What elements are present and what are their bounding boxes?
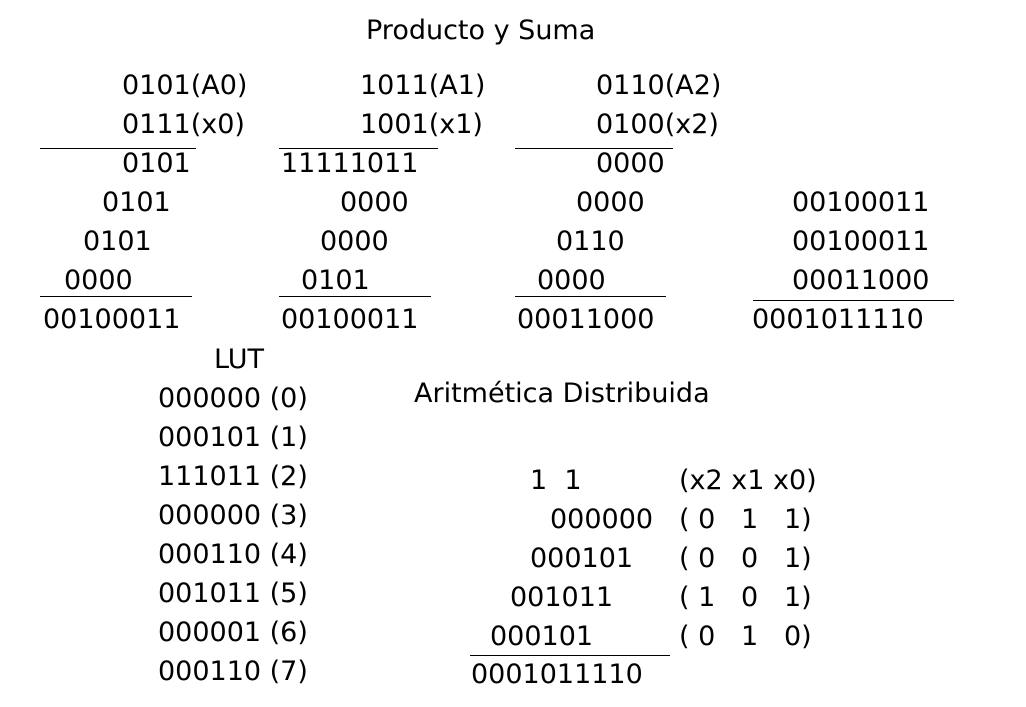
producto-suma-title: Producto y Suma [366, 15, 596, 46]
bit-vector: ( 0 1 1) [679, 504, 812, 535]
divider-line [515, 296, 666, 297]
partial-product: 11111011 [281, 148, 419, 179]
partial-product: 0101 [122, 148, 191, 179]
divider-line [279, 296, 431, 297]
lut-title: LUT [214, 344, 264, 375]
divider-line [470, 655, 670, 656]
multiplicand: 0101(A0) [122, 70, 248, 101]
divider-line [40, 296, 192, 297]
distributed-result: 0001011110 [471, 659, 643, 690]
partial-product: 0000 [340, 187, 409, 218]
multiplicand: 0110(A2) [596, 70, 722, 101]
partial-product: 0000 [576, 187, 645, 218]
partial-product: 0101 [301, 265, 370, 296]
lut-entry: 000110 (4) [158, 539, 308, 570]
bit-vector: ( 0 1 0) [679, 621, 812, 652]
lut-entry: 000000 (3) [158, 500, 308, 531]
sum-addend: 00100011 [792, 187, 930, 218]
multiplier: 0100(x2) [596, 109, 719, 140]
multiplicand: 1011(A1) [360, 70, 486, 101]
lut-entry: 000110 (7) [158, 656, 308, 687]
product-result: 00100011 [281, 304, 419, 335]
sum-result: 0001011110 [752, 304, 924, 335]
bit-header: 1 1 [530, 465, 582, 496]
bit-header-labels: (x2 x1 x0) [679, 465, 817, 496]
lut-entry: 000001 (6) [158, 617, 308, 648]
lut-entry: 001011 (5) [158, 578, 308, 609]
lut-entry: 000101 (1) [158, 422, 308, 453]
multiplier: 1001(x1) [360, 109, 483, 140]
multiplier: 0111(x0) [122, 109, 245, 140]
product-result: 00011000 [517, 304, 655, 335]
accumulator-value: 000000 [550, 504, 654, 535]
aritmetica-distribuida-title: Aritmética Distribuida [414, 378, 710, 409]
partial-product: 0000 [537, 265, 606, 296]
partial-product: 0101 [102, 187, 171, 218]
partial-product: 0000 [320, 226, 389, 257]
lut-entry: 000000 (0) [158, 383, 308, 414]
product-result: 00100011 [43, 304, 181, 335]
divider-line [753, 300, 954, 301]
accumulator-value: 000101 [530, 543, 634, 574]
bit-vector: ( 0 0 1) [679, 543, 812, 574]
sum-addend: 00011000 [792, 265, 930, 296]
partial-product: 0101 [83, 226, 152, 257]
accumulator-value: 000101 [490, 621, 594, 652]
lut-entry: 111011 (2) [158, 461, 308, 492]
partial-product: 0000 [64, 265, 133, 296]
partial-product: 0110 [556, 226, 625, 257]
sum-addend: 00100011 [792, 226, 930, 257]
bit-vector: ( 1 0 1) [679, 582, 812, 613]
partial-product: 0000 [596, 148, 665, 179]
accumulator-value: 001011 [510, 582, 614, 613]
